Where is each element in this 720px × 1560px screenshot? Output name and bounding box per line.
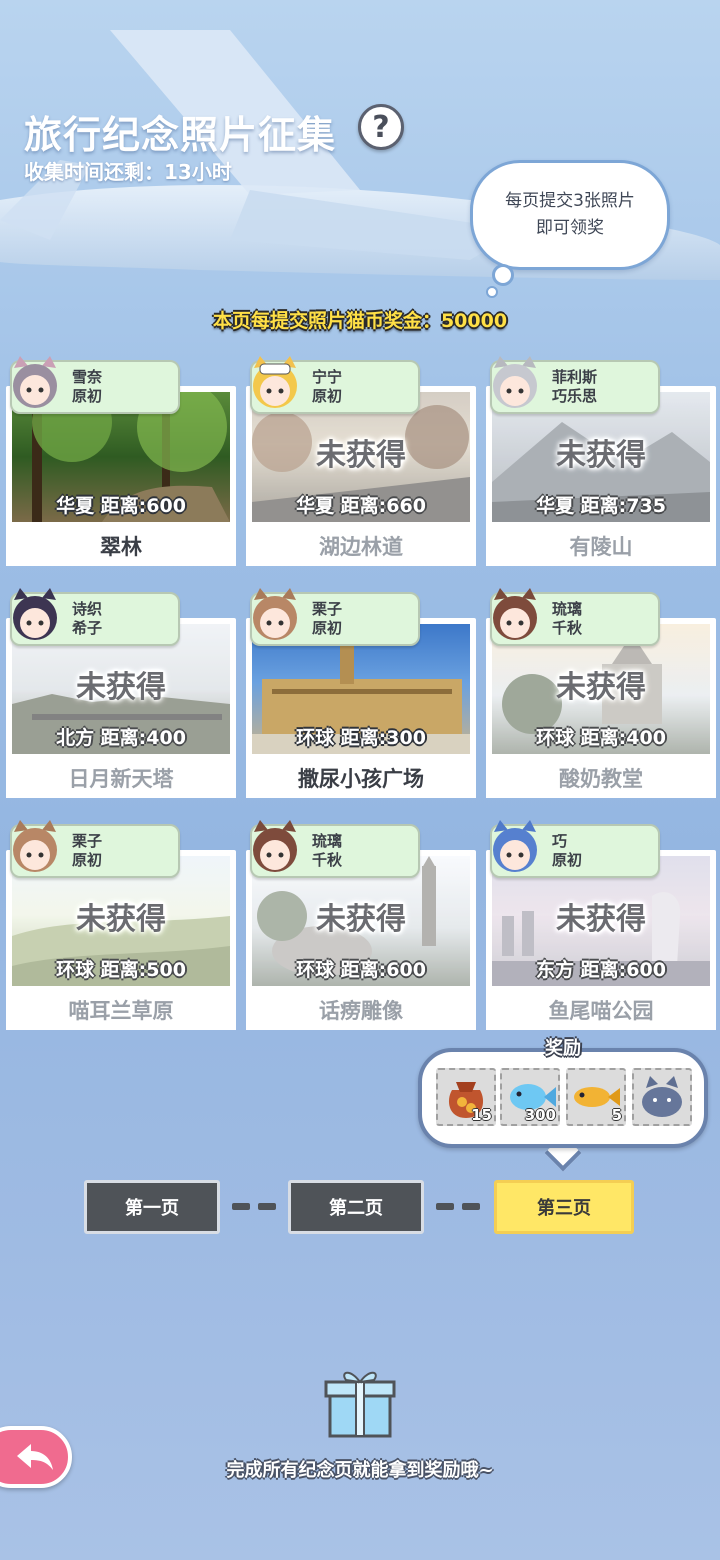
countdown-text: 收集时间还剩：13小时	[24, 160, 232, 184]
page-1-button[interactable]: 第一页	[84, 1180, 220, 1234]
location-label: 话痨雕像	[246, 990, 476, 1030]
photo-card-2[interactable]: 未获得 华夏 距离:660 湖边林道 宁宁 原初	[246, 356, 476, 566]
back-button[interactable]	[0, 1426, 72, 1488]
photo-card-3[interactable]: 未获得 华夏 距离:735 有陵山 菲利斯 巧乐思	[486, 356, 716, 566]
hint-bubble: 每页提交3张照片 即可领奖	[470, 160, 670, 270]
character-avatar-icon	[493, 588, 537, 640]
status-text: 未获得	[316, 902, 406, 937]
back-arrow-icon	[17, 1444, 53, 1470]
page-connector	[232, 1203, 250, 1210]
character-avatar-icon	[13, 820, 57, 872]
distance-text: 环球 距离:400	[536, 727, 666, 749]
page-title: 旅行纪念照片征集	[24, 113, 337, 157]
reward-qty: 300	[524, 1106, 556, 1124]
footer-hint: 完成所有纪念页就能拿到奖励哦~	[226, 1460, 494, 1481]
reward-slot-1[interactable]: 15	[436, 1068, 496, 1126]
character-names: 琉璃 千秋	[552, 600, 583, 637]
character-avatar-icon	[493, 820, 537, 872]
location-label: 撒尿小孩广场	[246, 758, 476, 798]
bubble-tail	[492, 264, 514, 286]
photo-card-1[interactable]: 华夏 距离:600 翠林 雪奈 原初	[6, 356, 236, 566]
character-names: 菲利斯 巧乐思	[552, 368, 598, 405]
status-text: 未获得	[316, 438, 406, 473]
photo-card-6[interactable]: 未获得 环球 距离:400 酸奶教堂 琉璃 千秋	[486, 588, 716, 798]
character-avatar-icon	[13, 356, 57, 408]
gift-box-icon[interactable]	[322, 1364, 398, 1440]
character-names: 巧 原初	[552, 832, 583, 869]
photo-card-4[interactable]: 未获得 北方 距离:400 日月新天塔 诗织 希子	[6, 588, 236, 798]
character-avatar-icon	[253, 820, 297, 872]
status-text: 未获得	[76, 670, 166, 705]
bubble-tail-small	[486, 286, 498, 298]
hint-line-2: 即可领奖	[536, 218, 604, 238]
location-label: 鱼尾喵公园	[486, 990, 716, 1030]
page-connector	[258, 1203, 276, 1210]
reward-slot-2[interactable]: 300	[500, 1068, 560, 1126]
bonus-text: 本页每提交照片猫币奖金：50000	[212, 310, 508, 332]
rewards-title: 奖励	[545, 1038, 581, 1059]
status-text: 未获得	[556, 670, 646, 705]
character-names: 栗子 原初	[312, 600, 343, 637]
distance-text: 北方 距离:400	[56, 727, 186, 749]
distance-text: 环球 距离:500	[56, 959, 186, 981]
location-label: 翠林	[6, 526, 236, 566]
photo-card-9[interactable]: 未获得 东方 距离:600 鱼尾喵公园 巧 原初	[486, 820, 716, 1030]
question-mark-icon[interactable]: ?	[358, 104, 404, 150]
location-label: 有陵山	[486, 526, 716, 566]
distance-text: 华夏 距离:735	[536, 495, 666, 517]
distance-text: 环球 距离:600	[296, 959, 426, 981]
reward-qty: 5	[611, 1106, 622, 1124]
distance-text: 华夏 距离:600	[56, 495, 186, 517]
distance-text: 华夏 距离:660	[296, 495, 426, 517]
location-label: 日月新天塔	[6, 758, 236, 798]
photo-card-8[interactable]: 未获得 环球 距离:600 话痨雕像 琉璃 千秋	[246, 820, 476, 1030]
hint-line-1: 每页提交3张照片	[505, 191, 635, 211]
distance-text: 东方 距离:600	[536, 959, 666, 981]
reward-slot-4[interactable]	[632, 1068, 692, 1126]
status-text: 未获得	[76, 902, 166, 937]
photo-card-5[interactable]: 环球 距离:300 撒尿小孩广场 栗子 原初	[246, 588, 476, 798]
cat-plush-icon	[642, 1076, 682, 1117]
reward-qty: 15	[471, 1106, 492, 1124]
page-connector	[462, 1203, 480, 1210]
status-text: 未获得	[556, 902, 646, 937]
character-names: 诗织 希子	[72, 600, 103, 637]
page-2-button[interactable]: 第二页	[288, 1180, 424, 1234]
character-avatar-icon	[253, 356, 297, 408]
page-connector	[436, 1203, 454, 1210]
character-names: 栗子 原初	[72, 832, 103, 869]
status-text: 未获得	[556, 438, 646, 473]
character-names: 宁宁 原初	[312, 368, 343, 405]
page-3-button[interactable]: 第三页	[494, 1180, 634, 1234]
location-label: 湖边林道	[246, 526, 476, 566]
photo-card-7[interactable]: 未获得 环球 距离:500 喵耳兰草原 栗子 原初	[6, 820, 236, 1030]
character-names: 雪奈 原初	[72, 368, 103, 405]
character-avatar-icon	[253, 588, 297, 640]
distance-text: 环球 距离:300	[296, 727, 426, 749]
character-avatar-icon	[493, 356, 537, 408]
location-label: 酸奶教堂	[486, 758, 716, 798]
location-label: 喵耳兰草原	[6, 990, 236, 1030]
reward-slot-3[interactable]: 5	[566, 1068, 626, 1126]
character-names: 琉璃 千秋	[312, 832, 343, 869]
character-avatar-icon	[13, 588, 57, 640]
